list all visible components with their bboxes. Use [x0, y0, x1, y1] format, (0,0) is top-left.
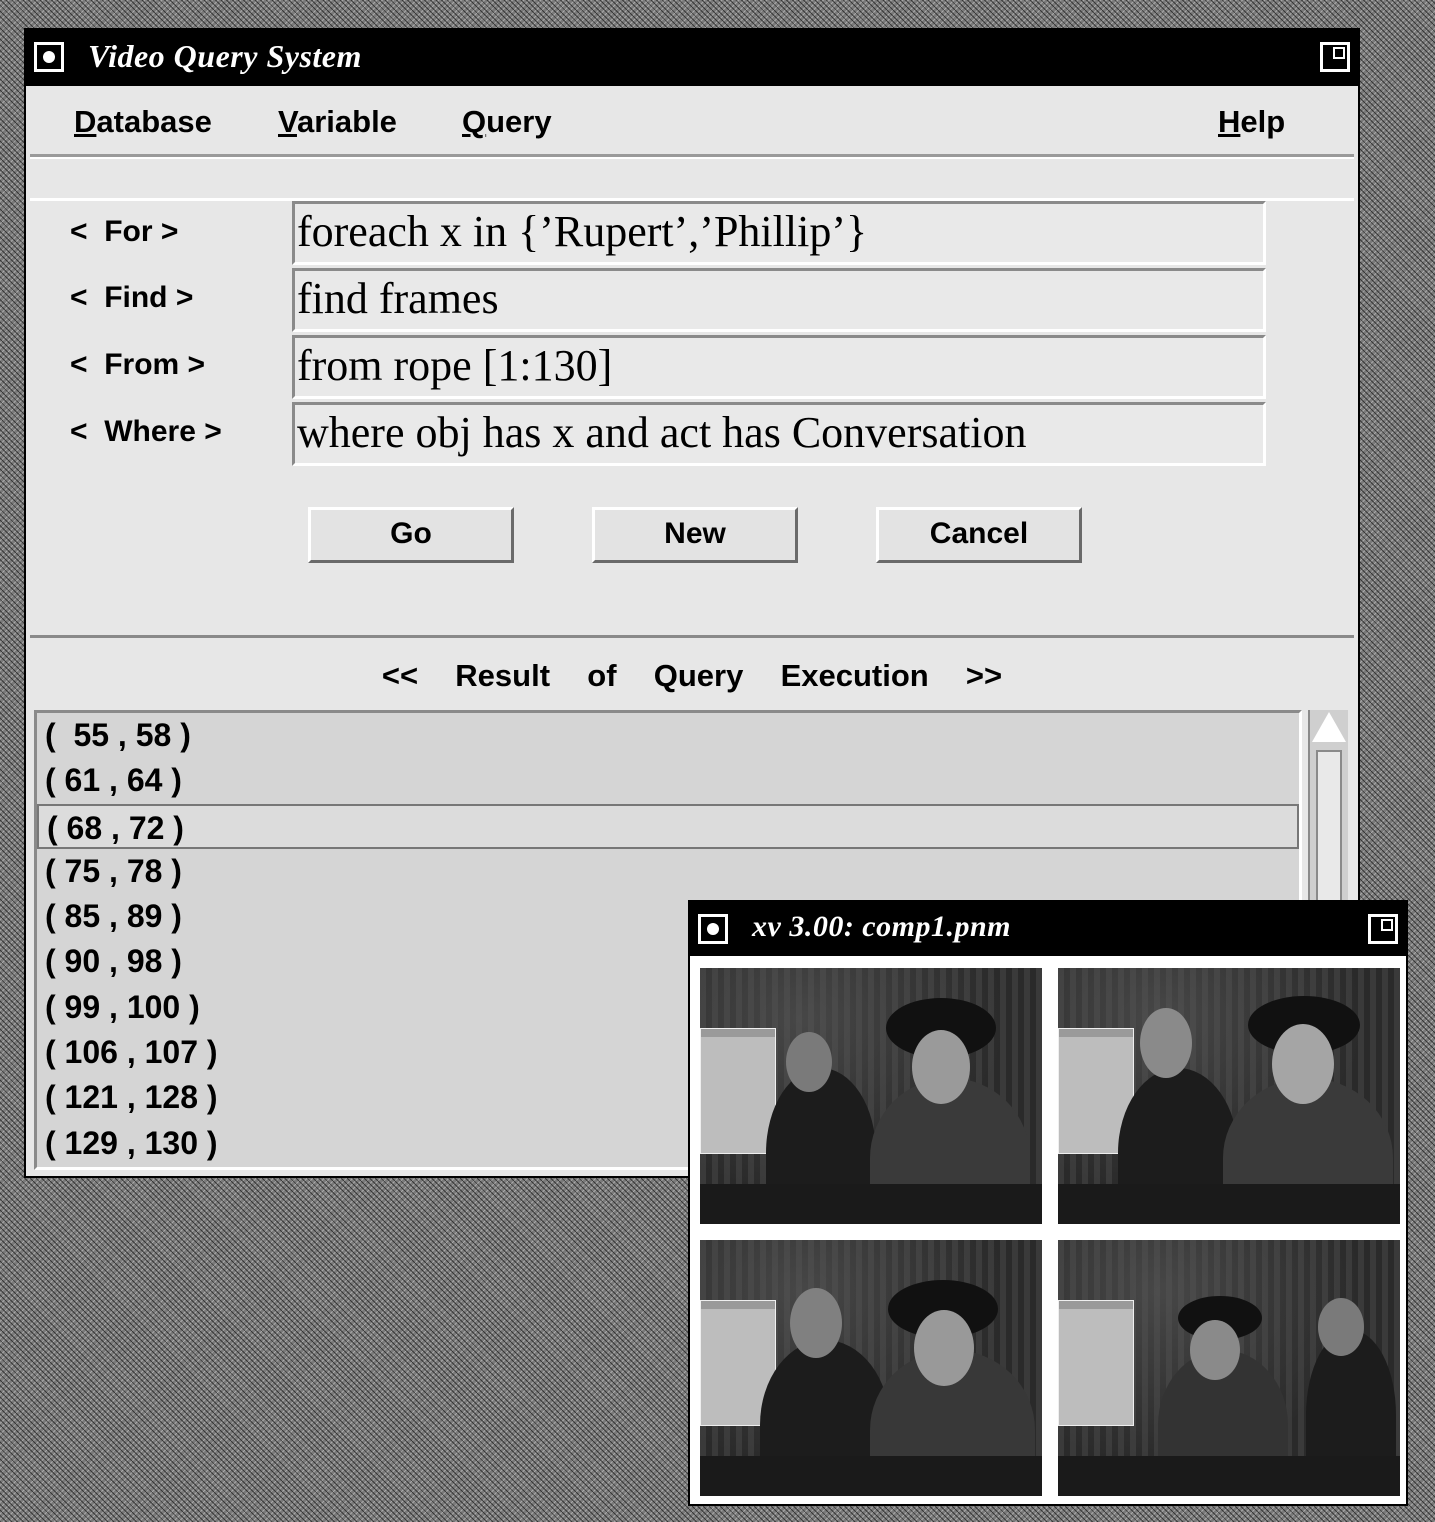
xv-window-title: xv 3.00: comp1.pnm — [752, 910, 1011, 943]
woman-face — [912, 1030, 970, 1104]
xv-maximize-button[interactable] — [1368, 914, 1398, 944]
woman-face — [1272, 1024, 1334, 1104]
woman-face — [914, 1310, 974, 1386]
window-title: Video Query System — [88, 38, 362, 74]
scroll-up-arrow-icon[interactable] — [1312, 712, 1346, 742]
xv-window-menu-button[interactable] — [698, 914, 728, 944]
result-row[interactable]: ( 75 , 78 ) — [37, 849, 1299, 894]
window-menu-icon — [43, 51, 55, 63]
frame-overlay-window — [1058, 1300, 1134, 1426]
go-button[interactable]: Go — [308, 507, 514, 563]
query-form: < For > foreach x in {’Rupert’,’Phillip’… — [30, 198, 1354, 638]
where-label: < Where > — [70, 415, 222, 448]
result-row[interactable]: ( 55 , 58 ) — [37, 713, 1299, 758]
video-frame-4[interactable] — [1058, 1240, 1400, 1496]
cancel-button[interactable]: Cancel — [876, 507, 1082, 563]
maximize-button[interactable] — [1320, 42, 1350, 72]
menu-database[interactable]: Database — [74, 104, 212, 140]
result-title: << Result of Query Execution >> — [381, 658, 1003, 693]
from-input[interactable]: from rope [1:130] — [292, 335, 1266, 399]
from-label: < From > — [70, 348, 206, 381]
table — [700, 1456, 1042, 1496]
xv-image-window: xv 3.00: comp1.pnm — [688, 900, 1408, 1506]
video-frame-1[interactable] — [700, 968, 1042, 1224]
title-bar[interactable]: Video Query System — [26, 30, 1358, 86]
maximize-icon — [1333, 47, 1345, 59]
table — [1058, 1184, 1400, 1224]
result-row[interactable]: ( 68 , 72 ) — [37, 803, 1299, 849]
find-label: < Find > — [70, 281, 194, 314]
for-label: < For > — [70, 215, 179, 248]
man-face — [786, 1032, 832, 1092]
window-menu-icon — [707, 923, 719, 935]
video-frame-2[interactable] — [1058, 968, 1400, 1224]
menu-query[interactable]: Query — [462, 104, 552, 140]
find-input[interactable]: find frames — [292, 268, 1266, 332]
menu-help[interactable]: Help — [1218, 104, 1285, 140]
woman-face — [1190, 1320, 1240, 1380]
menu-bar: Database Variable Query Help — [30, 92, 1354, 157]
maximize-icon — [1381, 919, 1393, 931]
menu-variable[interactable]: Variable — [278, 104, 397, 140]
man-face — [1140, 1008, 1192, 1078]
where-input[interactable]: where obj has x and act has Conversation — [292, 402, 1266, 466]
man-face — [1318, 1298, 1364, 1356]
window-menu-button[interactable] — [34, 42, 64, 72]
table — [1058, 1456, 1400, 1496]
video-frame-3[interactable] — [700, 1240, 1042, 1496]
result-row[interactable]: ( 61 , 64 ) — [37, 758, 1299, 803]
xv-title-bar[interactable]: xv 3.00: comp1.pnm — [690, 902, 1406, 956]
for-input[interactable]: foreach x in {’Rupert’,’Phillip’} — [292, 201, 1266, 265]
new-button[interactable]: New — [592, 507, 798, 563]
man-face — [790, 1288, 842, 1358]
frame-overlay-window — [700, 1028, 776, 1154]
table — [700, 1184, 1042, 1224]
